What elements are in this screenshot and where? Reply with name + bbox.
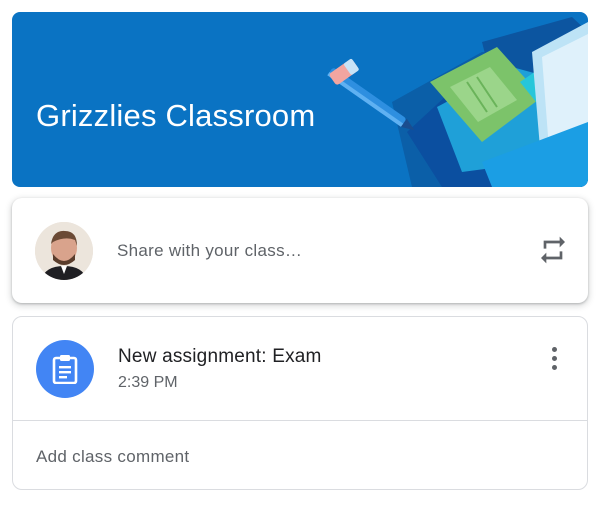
more-vert-icon[interactable] [545, 345, 565, 373]
user-avatar [35, 222, 93, 280]
share-with-class-box[interactable]: Share with your class… [12, 198, 588, 303]
class-stream: Grizzlies Classroom Share with your clas… [0, 0, 600, 507]
post-divider [13, 420, 587, 421]
post-title[interactable]: New assignment: Exam [118, 346, 322, 368]
share-placeholder[interactable]: Share with your class… [117, 241, 302, 261]
assignment-icon [36, 340, 94, 398]
post-timestamp: 2:39 PM [118, 374, 178, 391]
avatar-icon [35, 222, 93, 280]
class-banner: Grizzlies Classroom [12, 12, 588, 187]
repost-icon[interactable] [537, 234, 569, 266]
add-class-comment-button[interactable]: Add class comment [36, 447, 189, 467]
class-title: Grizzlies Classroom [36, 98, 316, 133]
stream-post[interactable]: New assignment: Exam 2:39 PM Add class c… [12, 316, 588, 490]
